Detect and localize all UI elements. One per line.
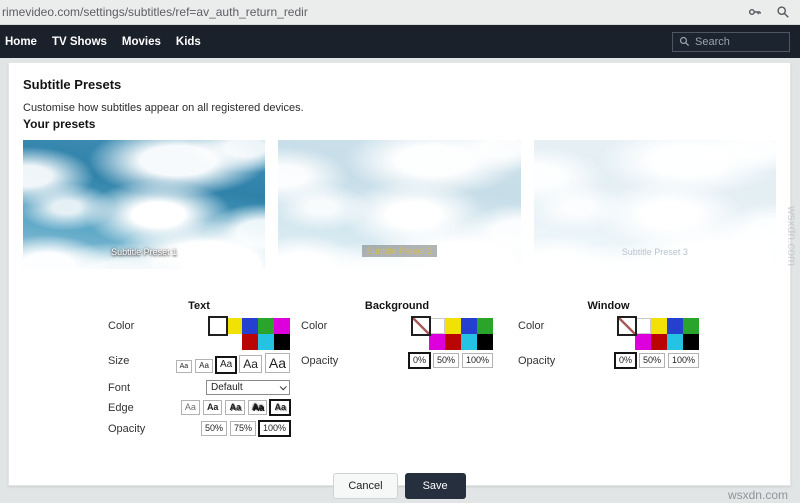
text-size-options: Aa Aa Aa Aa Aa (173, 353, 290, 373)
save-button[interactable]: Save (404, 473, 466, 499)
nav-item[interactable]: Movies (122, 36, 161, 48)
background-opacity-label: Opacity (301, 355, 339, 367)
zoom-icon[interactable] (776, 5, 790, 19)
background-section: Background Color Opacity 0% 50% 100% (301, 300, 493, 368)
preset-caption-2: Subtitle Preset 2 (362, 245, 437, 257)
swatch-none[interactable] (413, 318, 429, 334)
search-icon (679, 36, 690, 47)
nav-items: Home TV Shows Movies Kids (5, 36, 216, 48)
text-font-label: Font (108, 382, 131, 394)
color-swatch[interactable] (461, 318, 477, 334)
pct-option[interactable]: 100% (461, 353, 493, 368)
color-swatch[interactable] (429, 334, 445, 350)
edge-option[interactable]: Aa (180, 400, 200, 415)
preset-previews: Subtitle Preset 1 Subtitle Preset 2 Subt… (23, 140, 776, 269)
preset-preview-1[interactable]: Subtitle Preset 1 (23, 140, 266, 269)
search-input[interactable]: Search (672, 31, 790, 52)
page-subtitle: Customise how subtitles appear on all re… (23, 102, 304, 114)
settings-card: Subtitle Presets Customise how subtitles… (8, 62, 791, 499)
subtitle-controls: Text Color Size Aa Aa Aa Aa Aa Font Default (108, 300, 790, 436)
size-option[interactable]: Aa (175, 360, 193, 373)
color-swatch[interactable] (667, 318, 683, 334)
color-swatch[interactable] (445, 334, 461, 350)
background-section-heading: Background (364, 300, 430, 312)
background-color-swatches (413, 318, 493, 350)
pct-option[interactable]: 50% (432, 353, 459, 368)
color-swatch[interactable] (429, 318, 445, 334)
window-opacity-options: 0% 50% 100% (612, 353, 699, 368)
color-swatch[interactable] (242, 334, 258, 350)
edge-option[interactable]: Aa (270, 400, 290, 415)
size-option[interactable]: Aa (195, 359, 213, 373)
pct-option[interactable]: 50% (200, 421, 227, 436)
pct-option[interactable]: 100% (258, 421, 290, 436)
edge-option[interactable]: Aa (202, 400, 223, 415)
background-color-label: Color (301, 320, 328, 332)
color-swatch[interactable] (242, 318, 258, 334)
text-opacity-options: 50% 75% 100% (198, 421, 290, 436)
color-swatch[interactable] (683, 334, 699, 350)
color-swatch[interactable] (651, 334, 667, 350)
chevron-down-icon (279, 383, 287, 391)
preset-caption-3: Subtitle Preset 3 (621, 247, 688, 257)
background-opacity-options: 0% 50% 100% (406, 353, 493, 368)
pct-option[interactable]: 0% (614, 353, 636, 368)
text-section-heading: Text (188, 300, 210, 312)
color-swatch[interactable] (477, 318, 493, 334)
text-edge-options: Aa Aa Aa Aa Aa (178, 400, 290, 415)
browser-address-bar: rimevideo.com/settings/subtitles/ref=av_… (0, 0, 800, 25)
nav-item[interactable]: TV Shows (52, 36, 107, 48)
color-swatch[interactable] (651, 318, 667, 334)
color-swatch[interactable] (226, 318, 242, 334)
pct-option[interactable]: 0% (408, 353, 430, 368)
primevideo-navbar: Home TV Shows Movies Kids Search (0, 25, 800, 58)
watermark-side: wsxdn.com (785, 206, 799, 267)
font-dropdown-value: Default (211, 382, 243, 393)
color-swatch[interactable] (210, 318, 226, 334)
window-section-heading: Window (587, 300, 630, 312)
nav-item[interactable]: Kids (176, 36, 201, 48)
pct-option[interactable]: 50% (638, 353, 665, 368)
color-swatch[interactable] (635, 334, 651, 350)
color-swatch[interactable] (667, 334, 683, 350)
edge-option[interactable]: Aa (247, 400, 268, 415)
text-color-label: Color (108, 320, 135, 332)
presets-heading: Your presets (23, 117, 96, 131)
watermark-bottom: wsxdn.com (727, 488, 788, 502)
key-icon[interactable] (748, 5, 762, 19)
cancel-button[interactable]: Cancel (333, 473, 398, 499)
window-color-swatches (619, 318, 699, 350)
color-swatch[interactable] (445, 318, 461, 334)
color-swatch[interactable] (477, 334, 493, 350)
window-opacity-label: Opacity (518, 355, 556, 367)
color-swatch[interactable] (274, 334, 290, 350)
text-opacity-label: Opacity (108, 423, 146, 435)
url-text[interactable]: rimevideo.com/settings/subtitles/ref=av_… (2, 5, 734, 19)
window-section: Window Color Opacity 0% 50% 100% (518, 300, 699, 368)
page-title: Subtitle Presets (23, 77, 122, 92)
form-actions: Cancel Save (9, 473, 790, 499)
preset-caption-1: Subtitle Preset 1 (111, 247, 178, 257)
color-swatch[interactable] (258, 318, 274, 334)
swatch-none[interactable] (619, 318, 635, 334)
search-placeholder: Search (695, 35, 730, 48)
font-dropdown[interactable]: Default (206, 380, 290, 395)
edge-option[interactable]: Aa (225, 400, 245, 415)
nav-item[interactable]: Home (5, 36, 37, 48)
color-swatch[interactable] (683, 318, 699, 334)
text-section: Text Color Size Aa Aa Aa Aa Aa Font Default (108, 300, 290, 436)
color-swatch[interactable] (461, 334, 477, 350)
size-option[interactable]: Aa (239, 355, 262, 373)
window-color-label: Color (518, 320, 545, 332)
preset-preview-3[interactable]: Subtitle Preset 3 (533, 140, 776, 269)
text-color-swatches (210, 318, 290, 350)
pct-option[interactable]: 75% (229, 421, 256, 436)
pct-option[interactable]: 100% (667, 353, 699, 368)
size-option[interactable]: Aa (264, 353, 290, 373)
preset-preview-2[interactable]: Subtitle Preset 2 (278, 140, 521, 269)
color-swatch[interactable] (635, 318, 651, 334)
color-swatch[interactable] (274, 318, 290, 334)
color-swatch[interactable] (258, 334, 274, 350)
size-option[interactable]: Aa (215, 357, 237, 373)
